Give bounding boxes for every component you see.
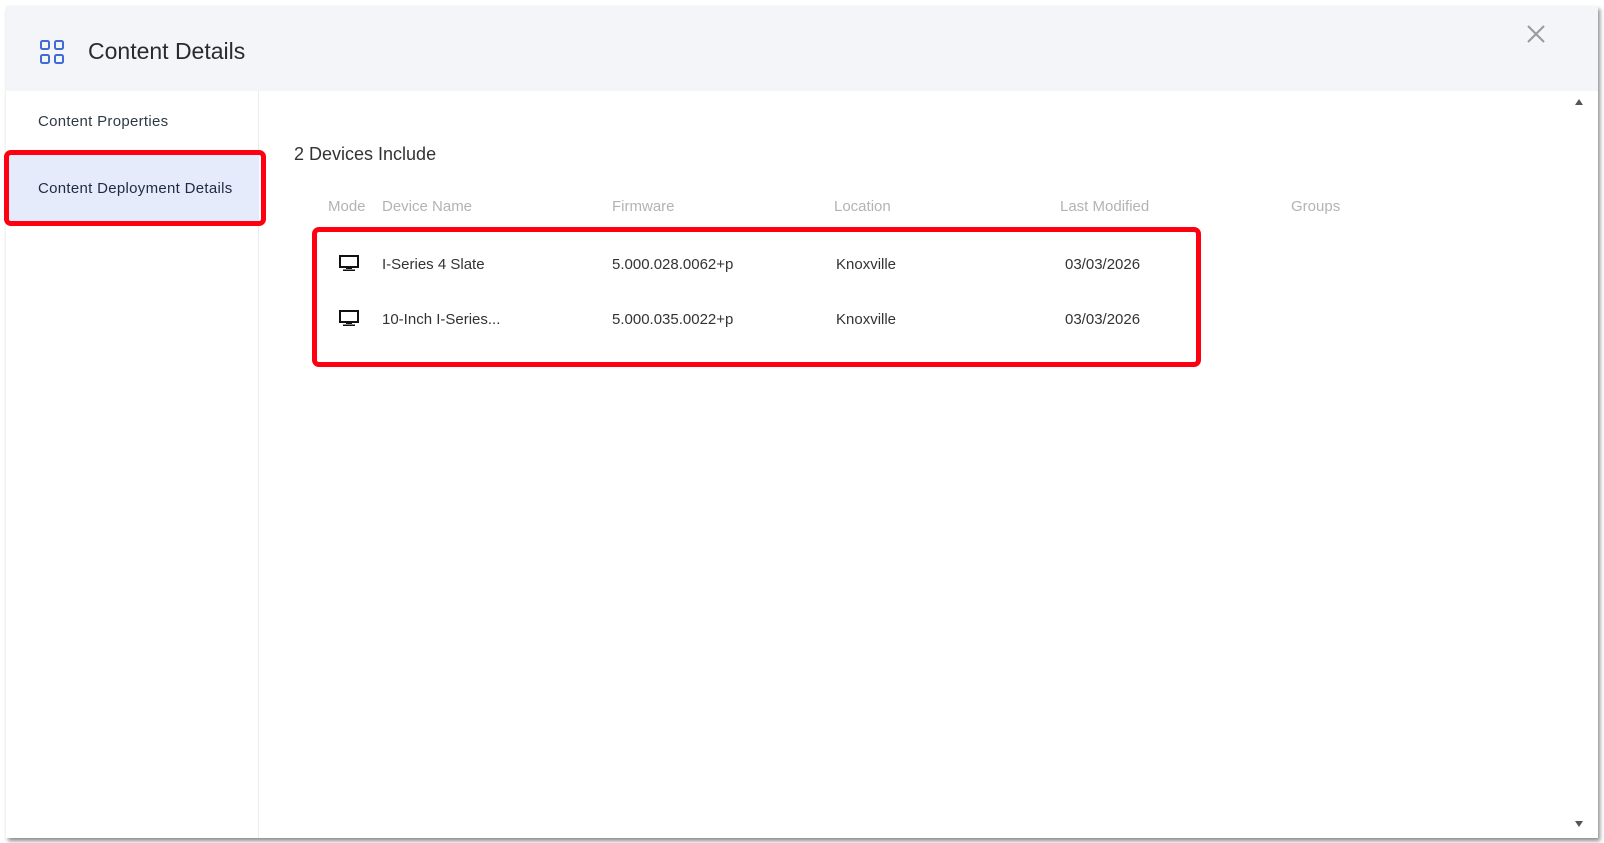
grid-icon xyxy=(40,40,64,64)
vertical-scrollbar[interactable] xyxy=(1560,91,1598,838)
location-cell: Knoxville xyxy=(836,256,897,273)
column-header-firmware[interactable]: Firmware xyxy=(612,198,675,215)
sidebar-item-content-properties[interactable]: Content Properties xyxy=(6,104,259,138)
table-row[interactable]: I-Series 4 Slate 5.000.028.0062+p Knoxvi… xyxy=(260,246,1560,286)
column-header-last-modified[interactable]: Last Modified xyxy=(1060,198,1149,215)
close-icon[interactable] xyxy=(1526,24,1546,44)
last-modified-cell: 03/03/2026 xyxy=(1065,311,1141,328)
dialog-header: Content Details xyxy=(6,6,1598,91)
column-header-location[interactable]: Location xyxy=(834,198,891,215)
monitor-icon xyxy=(339,255,359,271)
location-cell: Knoxville xyxy=(836,311,897,328)
column-header-groups[interactable]: Groups xyxy=(1291,198,1340,215)
main-content: 2 Devices Include Mode Device Name Firmw… xyxy=(260,91,1560,838)
sidebar: Content Properties Content Deployment De… xyxy=(6,91,259,838)
sidebar-item-content-deployment-details[interactable]: Content Deployment Details xyxy=(6,153,259,223)
column-header-device-name[interactable]: Device Name xyxy=(382,198,472,215)
close-button[interactable] xyxy=(1518,16,1554,52)
device-name-cell: 10-Inch I-Series... xyxy=(382,311,501,328)
monitor-icon xyxy=(339,310,359,326)
table-row[interactable]: 10-Inch I-Series... 5.000.035.0022+p Kno… xyxy=(260,301,1560,341)
sidebar-item-label: Content Deployment Details xyxy=(38,179,233,197)
firmware-cell: 5.000.028.0062+p xyxy=(612,256,734,273)
device-count-text: 2 Devices Include xyxy=(294,144,437,164)
dialog-title: Content Details xyxy=(88,38,246,64)
last-modified-cell: 03/03/2026 xyxy=(1065,256,1141,273)
content-details-dialog: Content Details Content Properties Conte… xyxy=(6,6,1598,838)
sidebar-item-label: Content Properties xyxy=(38,112,169,130)
scroll-down-arrow-icon[interactable] xyxy=(1573,819,1585,829)
scroll-up-arrow-icon[interactable] xyxy=(1573,97,1585,107)
column-header-mode[interactable]: Mode xyxy=(328,198,366,215)
firmware-cell: 5.000.035.0022+p xyxy=(612,311,734,328)
device-name-cell: I-Series 4 Slate xyxy=(382,256,485,273)
